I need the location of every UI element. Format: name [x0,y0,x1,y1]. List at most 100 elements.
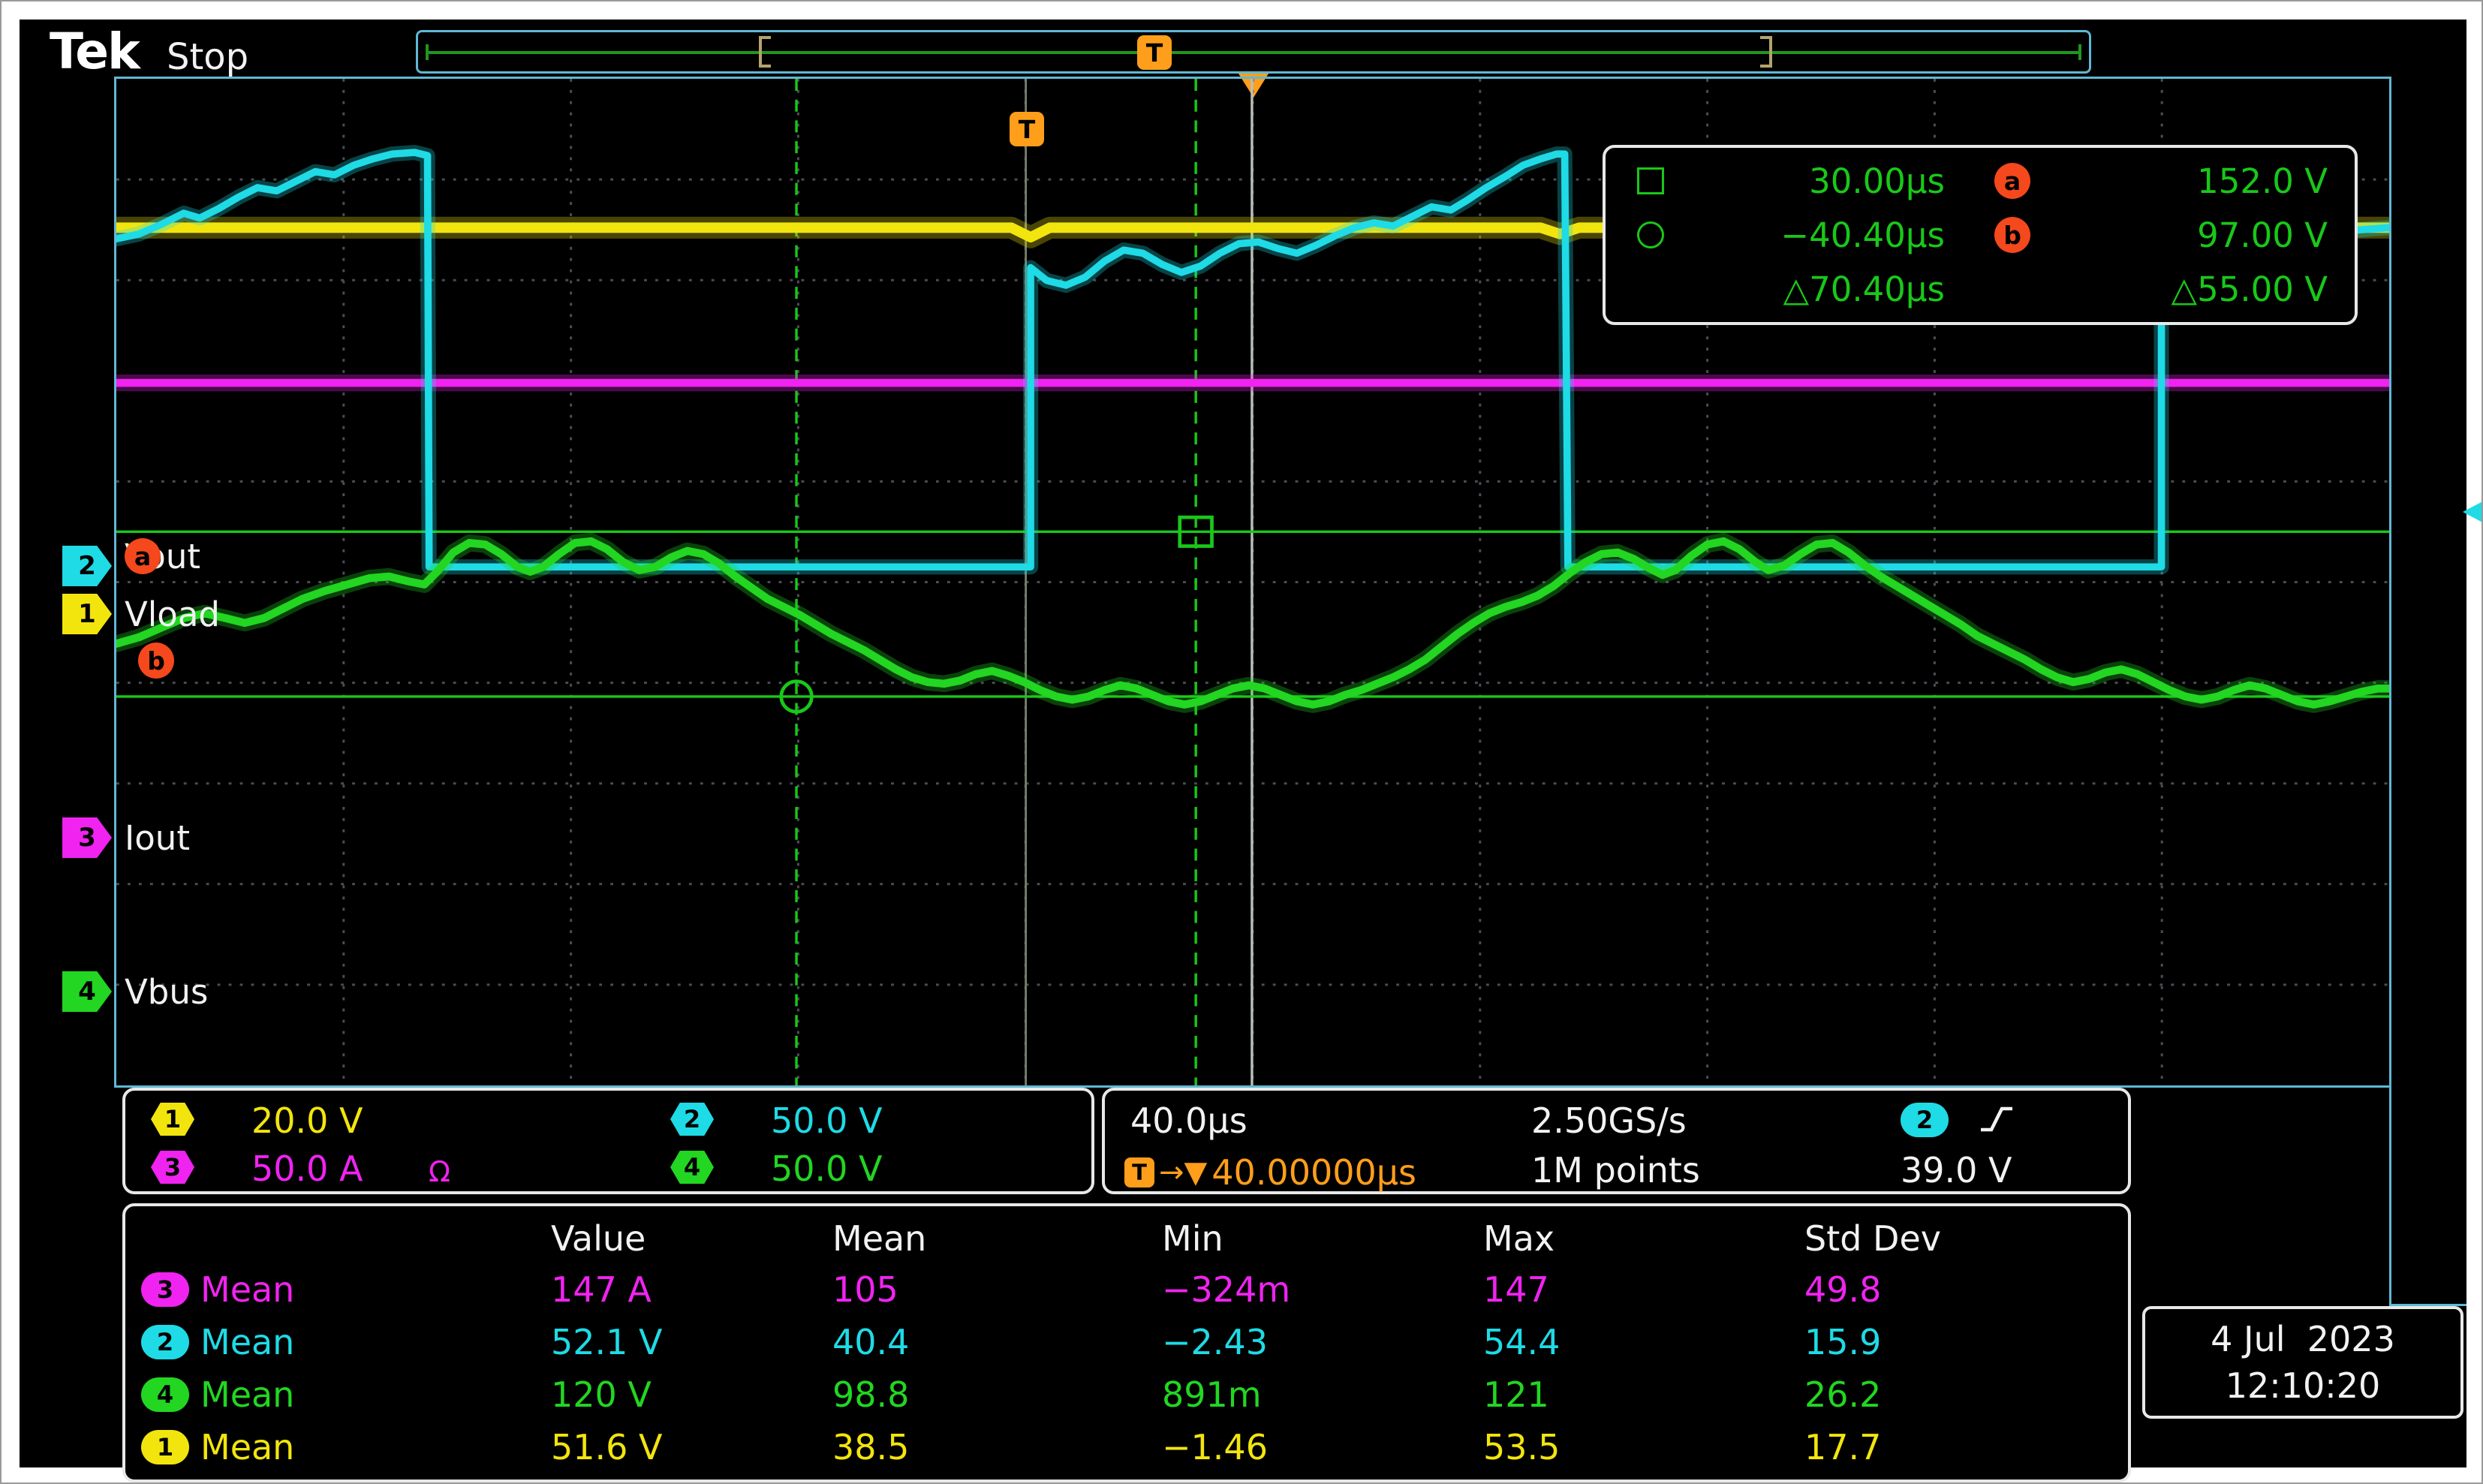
meas-label: Mean [200,1322,295,1362]
meas-stddev: 49.8 [1804,1269,1882,1310]
tek-logo: Tek [50,23,140,80]
record-length: 1M points [1531,1150,1700,1191]
scope-screen: Tek Stop T T 30.00µs a 152.0 V −40.40µs … [20,20,2481,1482]
meas-mean: 38.5 [832,1427,910,1467]
meas-min: −324m [1162,1269,1291,1310]
measurement-table: Value Mean Min Max Std Dev 3 Mean 147 A … [122,1203,2131,1482]
ch3-label: Iout [125,818,190,858]
measurement-row-ch1: 1 Mean 51.6 V 38.5 −1.46 53.5 17.7 [141,1421,2128,1473]
delay-arrow-icon: →▼ [1159,1155,1208,1190]
trigger-level-icon[interactable] [2463,498,2481,525]
col-stddev: Std Dev [1804,1218,1942,1259]
cursor-delta-row: △70.40µs △55.00 V [1619,269,2341,309]
meas-value: 120 V [551,1374,652,1415]
cursor-a-square-icon [1637,167,1664,194]
measurement-row-ch2: 2 Mean 52.1 V 40.4 −2.43 54.4 15.9 [141,1316,2128,1368]
col-mean: Mean [832,1218,927,1259]
ch4-label: Vbus [125,972,209,1012]
col-max: Max [1483,1218,1555,1259]
ch3-scale: 50.0 A [251,1148,363,1189]
trigger-delay-value: 40.00000µs [1211,1152,1417,1193]
meas-label: Mean [200,1427,295,1467]
zoom-window-right-bracket[interactable] [1760,36,1772,68]
meas-mean: 105 [832,1269,898,1310]
measurement-row-ch4: 4 Mean 120 V 98.8 891m 121 26.2 [141,1368,2128,1421]
meas-value: 147 A [551,1269,652,1310]
frame-extension-horizontal [2389,1304,2466,1306]
meas-value: 51.6 V [551,1427,663,1467]
cursor-b-track-badge: b [138,643,174,679]
trigger-level[interactable]: 39.0 V [1901,1152,2012,1188]
ch4-scale: 50.0 V [771,1148,883,1189]
cursor-readout: 30.00µs a 152.0 V −40.40µs b 97.00 V △70… [1603,145,2358,325]
time: 12:10:20 [2225,1365,2381,1406]
col-value: Value [551,1218,646,1259]
ch2-scale: 50.0 V [771,1100,883,1141]
ch4-meas-badge: 4 [141,1377,189,1412]
cursor-a-time: 30.00µs [1809,161,1945,201]
meas-stddev: 26.2 [1804,1374,1882,1415]
trigger-delay[interactable]: T →▼ 40.00000µs [1124,1152,1416,1193]
cursor-b-row: −40.40µs b 97.00 V [1619,215,2341,255]
sample-rate: 2.50GS/s [1531,1100,1687,1141]
record-line [426,51,2081,54]
cursor-b-badge: b [1994,217,2030,253]
meas-stddev: 15.9 [1804,1322,1882,1362]
zoom-window-left-bracket[interactable] [759,36,771,68]
ch1-meas-badge: 1 [141,1430,189,1464]
meas-label: Mean [200,1374,295,1415]
oscilloscope-screenshot: Tek Stop T T 30.00µs a 152.0 V −40.40µs … [0,0,2483,1484]
cursor-b-time: −40.40µs [1780,215,1945,255]
measurement-header: Value Mean Min Max Std Dev [141,1214,2128,1263]
meas-max: 147 [1483,1269,1549,1310]
ch1-scale: 20.0 V [251,1100,363,1141]
measurement-row-ch3: 3 Mean 147 A 105 −324m 147 49.8 [141,1263,2128,1316]
cursor-b-value: 97.00 V [2197,215,2328,255]
ch2-meas-badge: 2 [141,1325,189,1359]
meas-stddev: 17.7 [1804,1427,1882,1467]
ch2-badge[interactable]: 2 [670,1103,714,1136]
ch4-badge[interactable]: 4 [670,1151,714,1184]
ch4-ground-marker[interactable]: 4 [62,971,112,1012]
ch2-ground-marker[interactable]: 2 [62,546,112,586]
frame-extension-vertical [2389,1088,2391,1306]
cursor-delta-value: △55.00 V [2171,269,2328,309]
cursor-a-track-badge: a [125,538,161,574]
cursor-delta-time: △70.40µs [1783,269,1945,309]
acquisition-status: Stop [167,36,249,78]
trigger-delay-t-badge: T [1124,1157,1154,1188]
graticule: T 30.00µs a 152.0 V −40.40µs b 97.00 V △… [114,77,2481,1088]
datetime: 4 Jul 2023 12:10:20 [2142,1306,2463,1419]
ch3-ground-marker[interactable]: 3 [62,817,112,858]
horizontal-trigger-readout: 40.0µs 2.50GS/s 2 T →▼ 40.00000µs 1M poi… [1102,1088,2131,1194]
cursor-a-badge: a [1994,163,2030,199]
meas-value: 52.1 V [551,1322,663,1362]
ch3-meas-badge: 3 [141,1272,189,1307]
date: 4 Jul 2023 [2211,1319,2395,1359]
meas-max: 54.4 [1483,1322,1561,1362]
meas-max: 121 [1483,1374,1549,1415]
rising-edge-icon [1981,1106,2012,1132]
trigger-time-badge: T [1010,112,1044,146]
record-start-tick [426,44,429,60]
col-min: Min [1162,1218,1223,1259]
meas-label: Mean [200,1269,295,1310]
meas-min: 891m [1162,1374,1262,1415]
channel-scale-readout: 1 20.0 V 2 50.0 V 3 50.0 A Ω 4 50.0 V [122,1088,1094,1194]
meas-max: 53.5 [1483,1427,1561,1467]
ch3-impedance: Ω [429,1155,451,1188]
meas-mean: 40.4 [832,1322,910,1362]
meas-mean: 98.8 [832,1374,910,1415]
ch3-badge[interactable]: 3 [151,1151,194,1184]
record-end-tick [2078,44,2081,60]
cursor-b-circle-icon [1637,221,1664,248]
timebase[interactable]: 40.0µs [1130,1103,1248,1139]
trigger-position-badge: T [1137,35,1172,70]
cursor-a-value: 152.0 V [2197,161,2328,201]
ch1-ground-marker[interactable]: 1 [62,594,112,634]
record-view-bar[interactable]: T [416,30,2091,74]
ch1-badge[interactable]: 1 [151,1103,194,1136]
meas-min: −2.43 [1162,1322,1268,1362]
ch1-label: Vload [125,595,220,634]
trigger-source-badge[interactable]: 2 [1901,1103,1949,1137]
